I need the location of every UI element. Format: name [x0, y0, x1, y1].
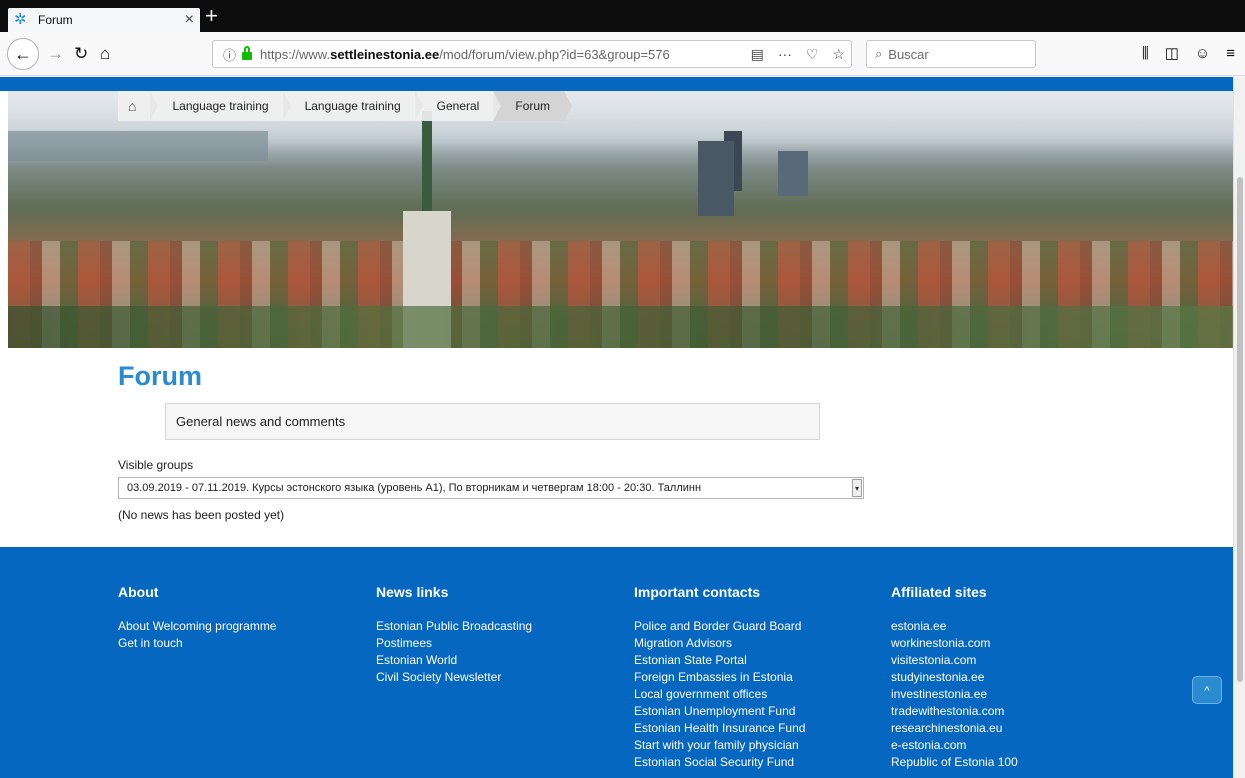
footer-link[interactable]: Estonian Health Insurance Fund [634, 720, 805, 737]
footer-link[interactable]: Foreign Embassies in Estonia [634, 669, 805, 686]
breadcrumb: ⌂ Language training Language training Ge… [118, 91, 572, 121]
footer-affiliated-sites: Affiliated sites estonia.ee workinestoni… [891, 584, 1018, 771]
footer-link[interactable]: Estonian Social Security Fund [634, 754, 805, 771]
footer-link[interactable]: Migration Advisors [634, 635, 805, 652]
forward-arrow-icon[interactable]: → [47, 44, 64, 64]
scroll-to-top-button[interactable]: ^ [1192, 676, 1222, 704]
search-bar[interactable]: ⌕ Buscar [866, 40, 1036, 68]
site-favicon-icon: ✲ [14, 11, 27, 28]
footer-link[interactable]: Civil Society Newsletter [376, 669, 532, 686]
new-tab-button[interactable]: + [205, 5, 218, 27]
sidebar-icon[interactable]: ◫ [1165, 44, 1179, 64]
footer-link[interactable]: tradewithestonia.com [891, 703, 1018, 720]
footer-link[interactable]: estonia.ee [891, 618, 1018, 635]
tab-close-icon[interactable]: × [185, 12, 194, 28]
url-text[interactable]: https://www.settleinestonia.ee/mod/forum… [260, 47, 670, 62]
breadcrumb-item[interactable]: Language training [283, 91, 423, 121]
scrollbar-thumb[interactable] [1237, 177, 1243, 682]
page-title: Forum [118, 361, 202, 391]
empty-message: (No news has been posted yet) [118, 508, 285, 522]
footer-link[interactable]: Get in touch [118, 635, 277, 652]
footer-link[interactable]: Start with your family physician [634, 737, 805, 754]
home-icon[interactable]: ⌂ [100, 44, 110, 64]
footer-link[interactable]: Republic of Estonia 100 [891, 754, 1018, 771]
site-footer: About About Welcoming programme Get in t… [0, 547, 1233, 778]
search-icon: ⌕ [875, 46, 883, 61]
reader-view-icon[interactable]: ▤ [751, 45, 764, 63]
footer-link[interactable]: Postimees [376, 635, 532, 652]
browser-tab[interactable]: ✲ Forum × [8, 8, 200, 32]
info-icon[interactable]: ⓘ [223, 45, 236, 64]
footer-link[interactable]: e-estonia.com [891, 737, 1018, 754]
hamburger-menu-icon[interactable]: ≡ [1226, 44, 1235, 64]
pocket-icon[interactable]: ♡ [806, 45, 819, 63]
footer-link[interactable]: visitestonia.com [891, 652, 1018, 669]
footer-link[interactable]: Estonian World [376, 652, 532, 669]
more-icon[interactable]: ··· [778, 45, 792, 63]
select-arrow-icon[interactable]: ▾ [852, 479, 862, 497]
footer-heading: About [118, 584, 159, 600]
url-bar[interactable]: ⓘ https://www.settleinestonia.ee/mod/for… [212, 40, 852, 68]
library-icon[interactable]: ⫼ [1142, 44, 1149, 64]
header-band [0, 77, 1233, 91]
chevron-up-icon: ^ [1204, 685, 1210, 697]
footer-link[interactable]: Police and Border Guard Board [634, 618, 805, 635]
lock-icon [242, 46, 253, 60]
browser-tab-strip: ✲ Forum × + [0, 0, 1245, 32]
visible-groups-label: Visible groups [118, 458, 194, 472]
back-button[interactable]: ← [7, 38, 39, 70]
breadcrumb-item[interactable]: Language training [150, 91, 291, 121]
footer-link[interactable]: researchinestonia.eu [891, 720, 1018, 737]
forum-intro: General news and comments [165, 403, 820, 440]
star-icon[interactable]: ☆ [832, 45, 845, 63]
visible-groups-select[interactable]: 03.09.2019 - 07.11.2019. Курсы эстонског… [118, 477, 864, 499]
page-scrollbar[interactable] [1233, 77, 1245, 778]
footer-link[interactable]: studyinestonia.ee [891, 669, 1018, 686]
footer-link[interactable]: Local government offices [634, 686, 805, 703]
footer-link[interactable]: About Welcoming programme [118, 618, 277, 635]
tab-title: Forum [38, 13, 73, 27]
footer-link[interactable]: workinestonia.com [891, 635, 1018, 652]
back-arrow-icon: ← [14, 43, 32, 64]
footer-news-links: News links Estonian Public Broadcasting … [376, 584, 532, 686]
footer-about: About About Welcoming programme Get in t… [118, 584, 277, 652]
footer-link[interactable]: investinestonia.ee [891, 686, 1018, 703]
breadcrumb-current[interactable]: Forum [493, 91, 572, 121]
browser-navbar: ← → ↻ ⌂ ⓘ https://www.settleinestonia.ee… [0, 32, 1245, 76]
footer-link[interactable]: Estonian Public Broadcasting [376, 618, 532, 635]
footer-link[interactable]: Estonian Unemployment Fund [634, 703, 805, 720]
footer-link[interactable]: Estonian State Portal [634, 652, 805, 669]
footer-heading: Affiliated sites [891, 584, 987, 600]
footer-heading: News links [376, 584, 449, 600]
page-viewport: ⌂ Language training Language training Ge… [0, 77, 1233, 778]
hero-banner-image [8, 91, 1233, 348]
footer-important-contacts: Important contacts Police and Border Gua… [634, 584, 805, 771]
breadcrumb-item[interactable]: General [415, 91, 502, 121]
reload-icon[interactable]: ↻ [74, 44, 88, 64]
account-icon[interactable]: ☺ [1195, 44, 1210, 64]
footer-heading: Important contacts [634, 584, 761, 600]
breadcrumb-home-icon[interactable]: ⌂ [118, 91, 160, 121]
selected-group-text: 03.09.2019 - 07.11.2019. Курсы эстонског… [127, 482, 702, 494]
search-placeholder: Buscar [888, 46, 929, 62]
